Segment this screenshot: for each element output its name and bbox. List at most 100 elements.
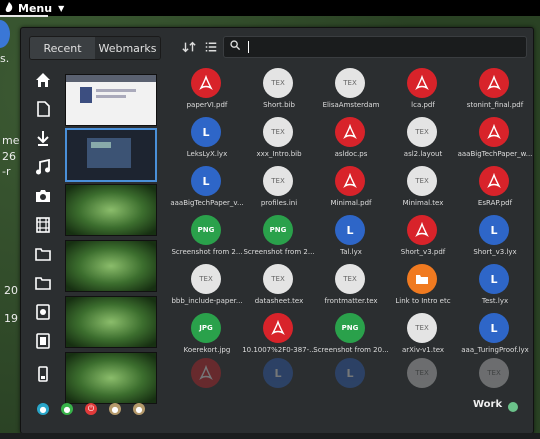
file-item[interactable]: LaaaBigTechPaper_v... (170, 166, 244, 216)
camera-icon (36, 190, 50, 202)
archive-icon (36, 333, 50, 349)
activity-icon[interactable] (508, 402, 518, 412)
file-item[interactable]: TEX asl2.layout (387, 117, 459, 167)
list-icon (205, 42, 217, 52)
tab-recent[interactable]: Recent (30, 37, 95, 59)
file-item[interactable]: PNG Screenshot from 20... (313, 313, 389, 363)
png-file-icon: PNG (191, 215, 221, 245)
tex-file-icon: TEX (407, 166, 437, 196)
sidebar-item-folder[interactable] (29, 271, 57, 295)
file-item[interactable]: TEX (387, 358, 459, 408)
file-item[interactable]: lca.pdf (387, 68, 459, 118)
desktop-text: 26 (2, 150, 16, 163)
tex-file-icon: TEX (263, 68, 293, 98)
sidebar-item-documents[interactable] (29, 97, 57, 121)
folder-icon (35, 248, 51, 261)
sidebar-item-document[interactable] (29, 300, 57, 324)
tex-file-icon: TEX (335, 68, 365, 98)
file-item[interactable]: 10.1007%2F0-387-... (242, 313, 316, 363)
file-item[interactable]: paperVI.pdf (171, 68, 243, 118)
file-item[interactable]: TEX xxx_Intro.bib (243, 117, 315, 167)
file-name: Short_v3.lyx (473, 248, 517, 256)
file-item[interactable]: TEX frontmatter.tex (315, 264, 387, 314)
file-item[interactable]: TEX Short.bib (243, 68, 315, 118)
sidebar-item-downloads[interactable] (29, 126, 57, 150)
sidebar-item-folder[interactable] (29, 242, 57, 266)
settings-icon[interactable]: ● (133, 403, 145, 415)
file-item[interactable]: Laaa_TuringProof.lyx (459, 313, 531, 363)
file-item[interactable]: TEX ElisaAmsterdam (315, 68, 387, 118)
menu-active-indicator (0, 15, 48, 17)
lyx-file-icon: L (479, 215, 509, 245)
file-item[interactable]: aaaBigTechPaper_w... (458, 117, 532, 167)
lyx-file-icon: L (191, 117, 221, 147)
tex-file-icon: TEX (191, 264, 221, 294)
png-file-icon: PNG (263, 215, 293, 245)
file-item[interactable]: L LeksLyX.lyx (171, 117, 243, 167)
file-item[interactable]: stonint_final.pdf (459, 68, 531, 118)
sidebar-item-videos[interactable] (29, 213, 57, 237)
file-item[interactable]: L Test.lyx (459, 264, 531, 314)
file-name: Test.lyx (481, 297, 509, 305)
file-item[interactable]: L Tal.lyx (315, 215, 387, 265)
pdf-file-icon (407, 215, 437, 245)
phone-icon (38, 366, 48, 382)
sidebar-item-home[interactable] (29, 68, 57, 92)
file-item[interactable] (171, 358, 243, 408)
file-item[interactable]: Link to Intro etc (387, 264, 459, 314)
tab-webmarks[interactable]: Webmarks (95, 37, 160, 59)
sidebar-item-phone[interactable] (29, 362, 57, 386)
pdf-file-icon (479, 68, 509, 98)
sort-button[interactable] (179, 36, 199, 58)
file-item[interactable]: TEX datasheet.tex (243, 264, 315, 314)
pdf-file-icon (479, 166, 509, 196)
tex-file-icon: TEX (479, 358, 509, 388)
file-item[interactable]: TEX bbb_include-paper... (171, 264, 243, 314)
file-name: stonint_final.pdf (466, 101, 524, 109)
tex-file-icon: TEX (407, 358, 437, 388)
thumbnail-image[interactable] (65, 240, 157, 292)
suspend-icon[interactable]: ● (61, 403, 73, 415)
desktop-text: 20 (4, 284, 18, 297)
file-item[interactable]: L (315, 358, 387, 408)
file-item[interactable]: PNG Screenshot from 2... (243, 215, 315, 265)
search-input[interactable] (249, 39, 513, 55)
file-item[interactable]: TEX Minimal.tex (387, 166, 459, 216)
sidebar-item-archive[interactable] (29, 329, 57, 353)
file-item[interactable]: Short_v3.pdf (387, 215, 459, 265)
pdf-file-icon (335, 166, 365, 196)
file-item[interactable]: TEX profiles.ini (243, 166, 315, 216)
file-item[interactable]: JPG Koerekort.jpg (171, 313, 243, 363)
power-icon[interactable]: ⏻ (85, 403, 97, 415)
document-icon (36, 304, 50, 320)
file-item[interactable]: PNG Screenshot from 2... (171, 215, 243, 265)
thumbnail-screenshot-selected[interactable] (65, 128, 157, 182)
file-name: aaa_TuringProof.lyx (461, 346, 529, 354)
lock-icon[interactable]: ● (37, 403, 49, 415)
user-icon[interactable]: ● (109, 403, 121, 415)
file-item[interactable]: TEX arXiv-v1.tex (387, 313, 459, 363)
list-view-button[interactable] (201, 36, 221, 58)
jpg-file-icon: JPG (191, 313, 221, 343)
sidebar-item-pictures[interactable] (29, 184, 57, 208)
pdf-file-icon (191, 68, 221, 98)
thumbnail-image[interactable] (65, 296, 157, 348)
file-item[interactable]: asldoc.ps (315, 117, 387, 167)
folder-icon (35, 277, 51, 290)
file-name: EsRAP.pdf (477, 199, 513, 207)
png-file-icon: PNG (335, 313, 365, 343)
file-item[interactable]: EsRAP.pdf (459, 166, 531, 216)
menu-button[interactable]: Menu ▼ (4, 1, 64, 15)
sidebar-item-music[interactable] (29, 155, 57, 179)
file-item[interactable]: Minimal.pdf (315, 166, 387, 216)
tex-file-icon: TEX (263, 166, 293, 196)
file-item[interactable]: L (243, 358, 315, 408)
thumbnail-image[interactable] (65, 352, 157, 404)
file-item[interactable]: L Short_v3.lyx (459, 215, 531, 265)
sort-icon (182, 41, 196, 53)
lyx-file-icon: L (263, 358, 293, 388)
thumbnail-image[interactable] (65, 184, 157, 236)
pdf-file-icon (407, 68, 437, 98)
tex-file-icon: TEX (335, 264, 365, 294)
thumbnail-screenshot[interactable] (65, 74, 157, 126)
